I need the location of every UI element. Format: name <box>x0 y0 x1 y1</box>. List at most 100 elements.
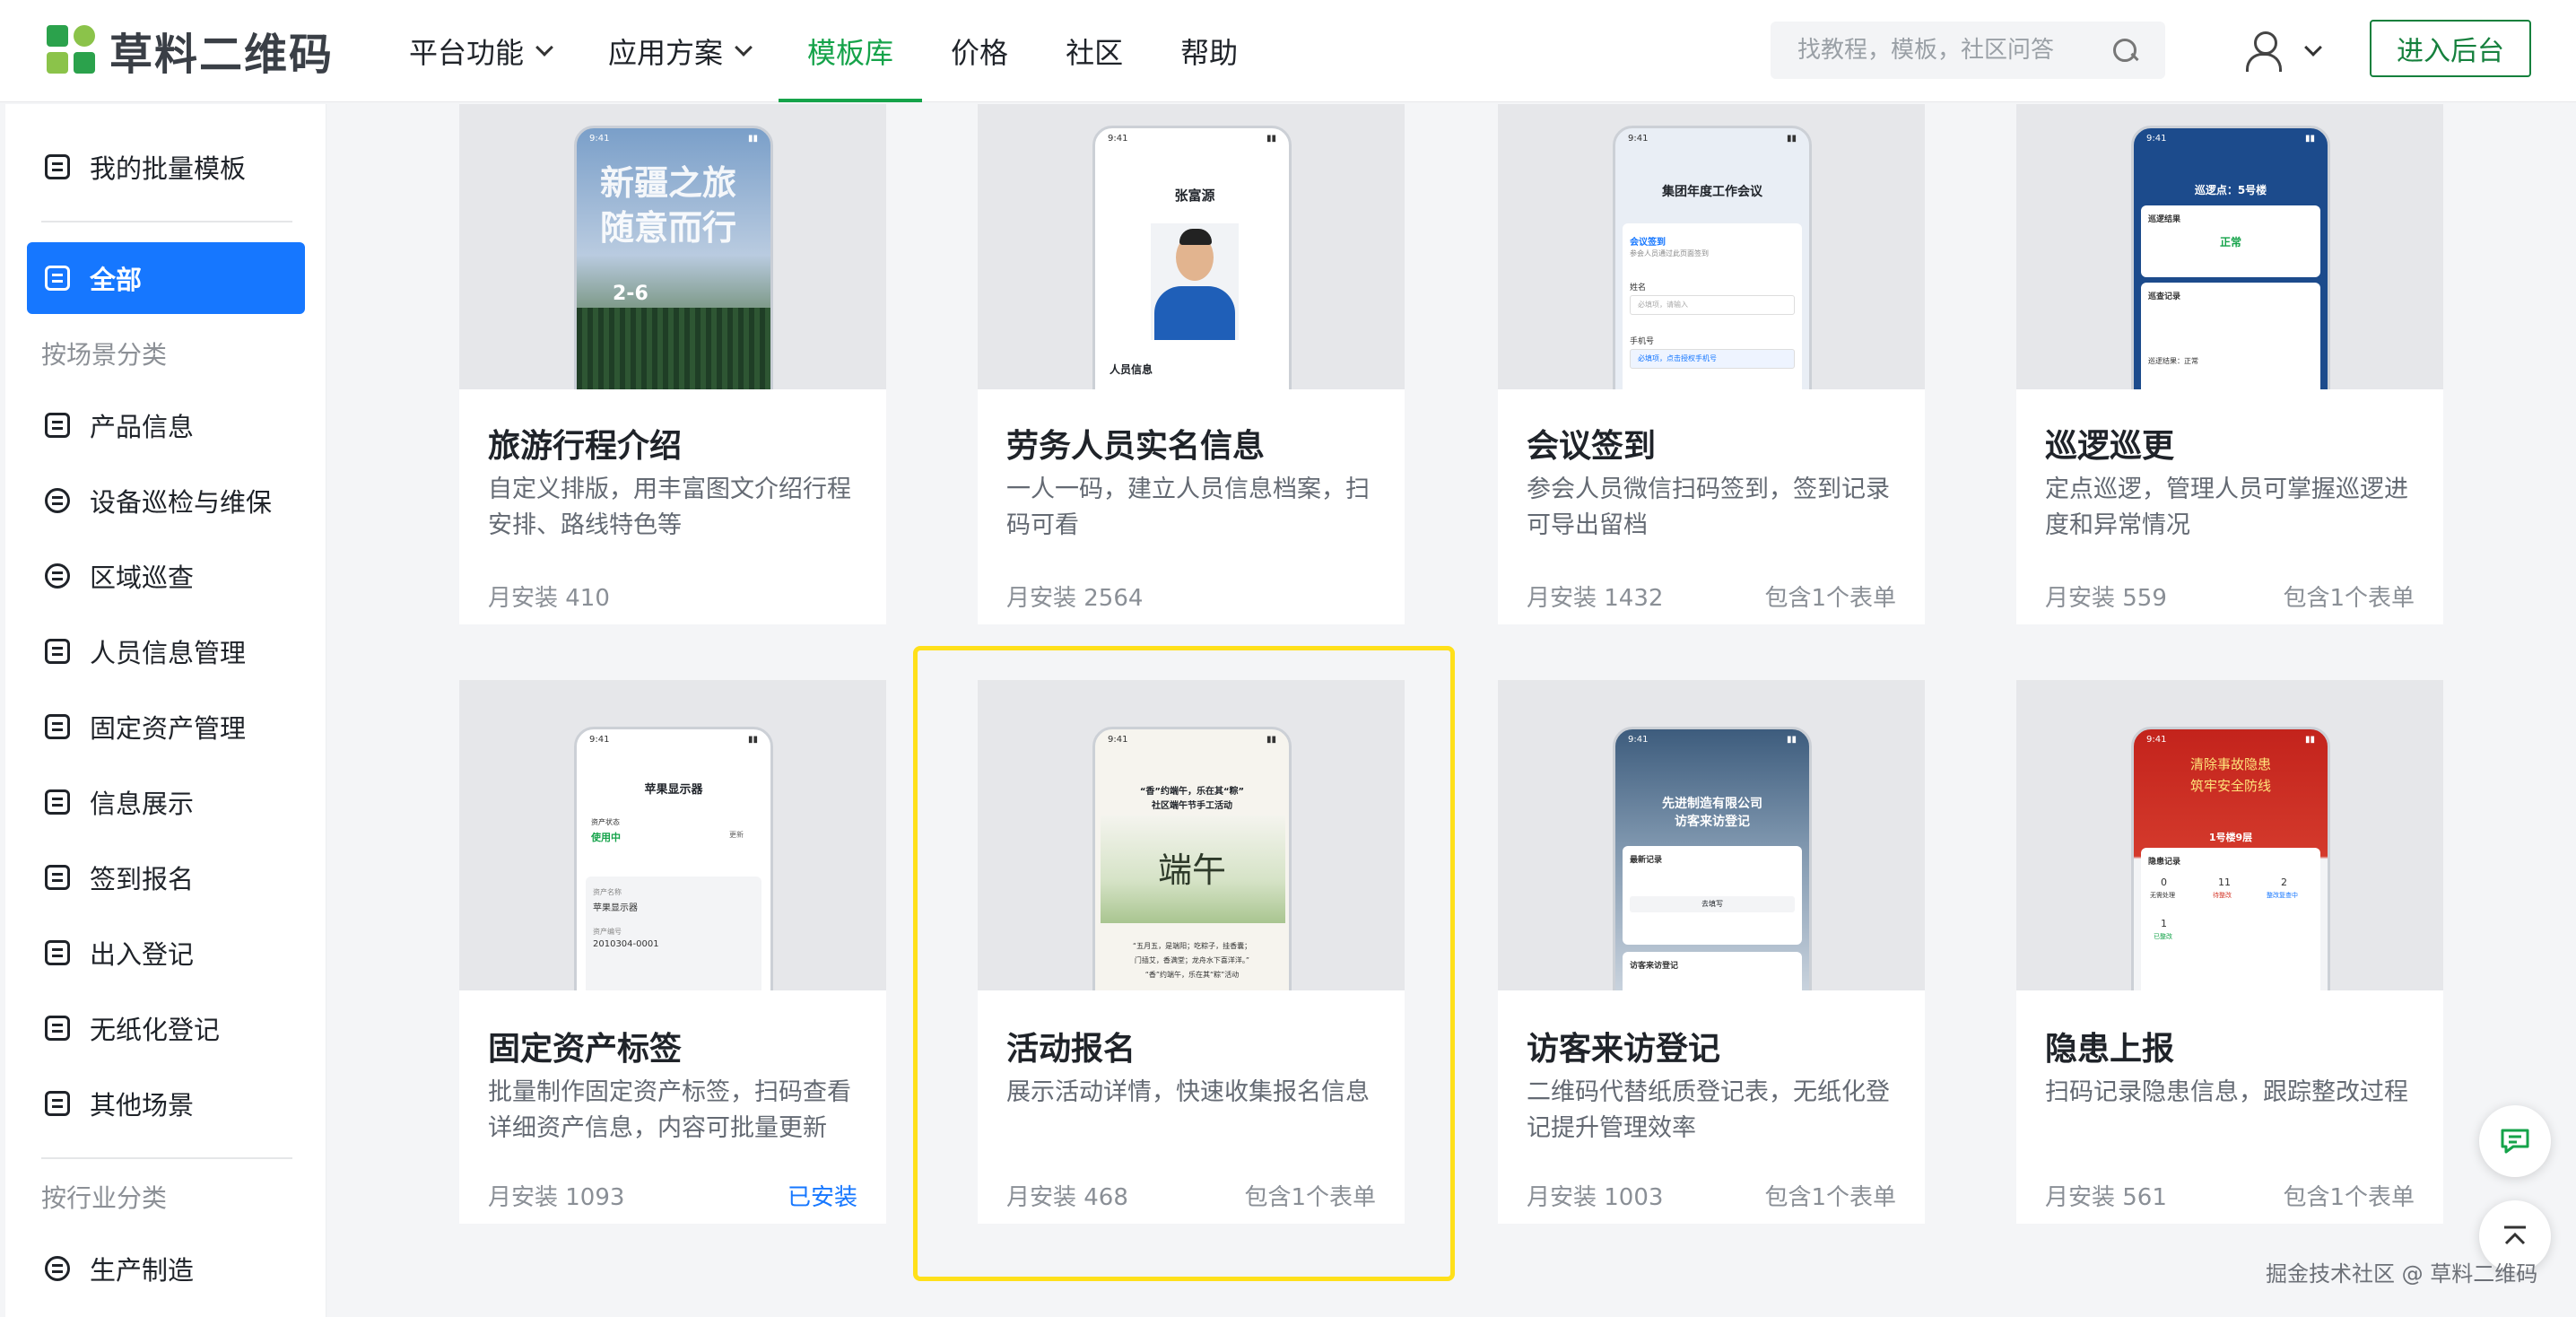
nav-label: 应用方案 <box>608 36 724 70</box>
divider <box>41 221 292 222</box>
template-card[interactable]: 9:41 ▮▮ 先进制造有限公司 访客来访登记 最新记录 去填写 访客来访登记 访… <box>1498 680 1925 1224</box>
nav-community[interactable]: 社区 <box>1066 0 1123 102</box>
sidebar-item-info-display[interactable]: 信息展示 <box>27 766 305 838</box>
sidebar-item-entry-exit[interactable]: 出入登记 <box>27 917 305 989</box>
installed-badge[interactable]: 已安装 <box>788 1179 857 1212</box>
template-card[interactable]: 9:41 ▮▮ 集团年度工作会议 会议签到 参会人员通过此页面签到 姓名 必填项，… <box>1498 104 1925 624</box>
enter-dashboard-button[interactable]: 进入后台 <box>2370 20 2531 77</box>
template-card[interactable]: 9:41 ▮▮ 清除事故隐患 筑牢安全防线 1号楼9层 隐患记录 0 无需处理 1… <box>2016 680 2443 1224</box>
nav-solutions[interactable]: 应用方案 <box>608 0 753 102</box>
nav-pricing[interactable]: 价格 <box>951 0 1008 102</box>
document-icon <box>45 789 70 815</box>
card-description: 扫码记录隐患信息，跟踪整改过程 <box>2045 1078 2408 1106</box>
phone-preview: 9:41 ▮▮ 苹果显示器 资产状态 使用中 更新 资产名称 苹果显示器 资产编号… <box>574 727 773 990</box>
main-nav: 平台功能 应用方案 模板库 价格 社区 帮助 <box>409 0 1295 102</box>
card-footer: 月安装 559 包含1个表单 <box>2045 580 2415 613</box>
nav-help[interactable]: 帮助 <box>1180 0 1238 102</box>
sidebar-item-fixed-assets[interactable]: 固定资产管理 <box>27 691 305 763</box>
user-menu[interactable] <box>2246 27 2322 75</box>
sidebar-item-manufacturing[interactable]: 生产制造 <box>27 1233 305 1304</box>
card-footer: 月安装 1093 已安装 <box>488 1179 857 1212</box>
template-card[interactable]: 9:41 ▮▮ 张富源 人员信息 劳务人员实名信息 一人一码，建立人员信息档案，扫… <box>978 104 1405 624</box>
chevron-down-icon <box>535 39 553 57</box>
grid-icon <box>45 1091 70 1116</box>
card-footer: 月安装 410 <box>488 580 857 613</box>
card-thumbnail: 9:41 ▮▮ 巡逻点：5号楼 巡逻结果 正常 巡查记录 巡逻结果：正常 <box>2016 104 2443 389</box>
chevron-down-icon <box>2304 39 2322 57</box>
nav-platform-features[interactable]: 平台功能 <box>409 0 553 102</box>
template-card[interactable]: 9:41 ▮▮ 苹果显示器 资产状态 使用中 更新 资产名称 苹果显示器 资产编号… <box>459 680 886 1224</box>
chevron-down-icon <box>735 39 753 57</box>
thumb-name: 张富源 <box>1174 188 1215 204</box>
top-header: 草料二维码 平台功能 应用方案 模板库 价格 社区 帮助 进入后台 <box>0 0 2576 102</box>
nav-label: 帮助 <box>1180 36 1239 70</box>
thumb-note: 参会人员通过此页面签到 <box>1630 249 1709 257</box>
thumb-label: 更新 <box>729 831 744 839</box>
card-footer: 月安装 2564 <box>1006 580 1376 613</box>
template-card[interactable]: 9:41 ▮▮ 新疆之旅 随意而行 2-6 旅游行程介绍 自定义排版，用丰富图文介… <box>459 104 886 624</box>
card-title: 劳务人员实名信息 <box>1006 428 1266 465</box>
sidebar-item-personnel-info[interactable]: 人员信息管理 <box>27 615 305 687</box>
card-footer: 月安装 1432 包含1个表单 <box>1527 580 1896 613</box>
sidebar-item-product-info[interactable]: 产品信息 <box>27 389 305 461</box>
card-title: 活动报名 <box>1006 1031 1136 1068</box>
card-extra: 包含1个表单 <box>2283 1184 2415 1211</box>
sidebar-item-paperless-registration[interactable]: 无纸化登记 <box>27 992 305 1064</box>
box-icon <box>45 413 70 438</box>
thumb-status: 正常 <box>2219 236 2241 249</box>
sidebar-item-label: 签到报名 <box>90 864 195 894</box>
sidebar-item-all[interactable]: 全部 <box>27 242 305 314</box>
card-thumbnail: 9:41 ▮▮ “香”约端午，乐在其“粽” 社区端午节手工活动 端午 “五月五，是… <box>978 680 1405 990</box>
location-pin-icon <box>45 488 70 513</box>
clipboard-check-icon <box>45 1016 70 1041</box>
nav-templates[interactable]: 模板库 <box>779 0 923 102</box>
watermark: 掘金技术社区 @ 草料二维码 <box>2266 1261 2538 1286</box>
sidebar-item-my-batch-templates[interactable]: 我的批量模板 <box>27 131 305 203</box>
search-icon[interactable] <box>2111 37 2138 64</box>
thumb-headline: “香”约端午，乐在其“粽” <box>1139 787 1245 797</box>
search-input[interactable] <box>1797 37 2111 64</box>
nav-label: 价格 <box>951 36 1009 70</box>
thumb-paragraph: “香”约端午，乐在其“粽”活动 <box>1144 971 1240 979</box>
monthly-installs: 月安装 410 <box>488 585 610 612</box>
exit-icon <box>45 940 70 965</box>
template-card[interactable]: 9:41 ▮▮ “香”约端午，乐在其“粽” 社区端午节手工活动 端午 “五月五，是… <box>978 680 1405 1224</box>
thumb-field: 手机号 <box>1630 337 1655 346</box>
sidebar-item-other-scenes[interactable]: 其他场景 <box>27 1068 305 1139</box>
card-description: 一人一码，建立人员信息档案，扫码可看 <box>1006 475 1370 539</box>
logo[interactable]: 草料二维码 <box>47 23 334 80</box>
thumb-status: 使用中 <box>591 832 621 843</box>
card-thumbnail: 9:41 ▮▮ 集团年度工作会议 会议签到 参会人员通过此页面签到 姓名 必填项，… <box>1498 104 1925 389</box>
sidebar-item-label: 全部 <box>90 265 143 295</box>
thumb-value: 2010304-0001 <box>593 939 659 949</box>
monthly-installs: 月安装 561 <box>2045 1184 2167 1211</box>
phone-preview: 9:41 ▮▮ 集团年度工作会议 会议签到 参会人员通过此页面签到 姓名 必填项，… <box>1613 126 1812 389</box>
nav-label: 社区 <box>1066 36 1124 70</box>
thumb-paragraph: 门插艾，香满堂；龙舟水下喜洋洋。” <box>1134 956 1250 964</box>
thumb-headline: 社区端午节手工活动 <box>1152 801 1232 811</box>
chat-support-button[interactable] <box>2479 1105 2551 1177</box>
template-card[interactable]: 9:41 ▮▮ 巡逻点：5号楼 巡逻结果 正常 巡查记录 巡逻结果：正常 巡逻巡更… <box>2016 104 2443 624</box>
database-icon <box>45 1256 70 1281</box>
thumb-heading: 集团年度工作会议 <box>1662 185 1762 199</box>
sidebar-item-equipment-inspection[interactable]: 设备巡检与维保 <box>27 465 305 536</box>
thumb-label: 人员信息 <box>1110 363 1153 376</box>
thumb-label: 巡查记录 <box>2148 292 2181 301</box>
phone-preview: 9:41 ▮▮ “香”约端午，乐在其“粽” 社区端午节手工活动 端午 “五月五，是… <box>1092 727 1292 990</box>
sidebar-item-label: 无纸化登记 <box>90 1015 221 1045</box>
sidebar-item-checkin-signup[interactable]: 签到报名 <box>27 842 305 913</box>
thumb-location: 1号楼9层 <box>2208 832 2253 843</box>
thumb-heading: 苹果显示器 <box>644 783 703 797</box>
card-title: 访客来访登记 <box>1527 1031 1721 1068</box>
card-extra: 包含1个表单 <box>1764 585 1896 612</box>
monthly-installs: 月安装 468 <box>1006 1184 1128 1211</box>
id-card-icon <box>45 639 70 664</box>
card-thumbnail: 9:41 ▮▮ 张富源 人员信息 <box>978 104 1405 389</box>
search-box <box>1771 22 2165 79</box>
checkin-icon <box>45 865 70 890</box>
sidebar-item-area-patrol[interactable]: 区域巡查 <box>27 540 305 612</box>
phone-preview: 9:41 ▮▮ 张富源 人员信息 <box>1092 126 1292 389</box>
monthly-installs: 月安装 1432 <box>1527 585 1664 612</box>
card-description: 展示活动详情，快速收集报名信息 <box>1006 1078 1370 1106</box>
template-icon <box>45 154 70 179</box>
